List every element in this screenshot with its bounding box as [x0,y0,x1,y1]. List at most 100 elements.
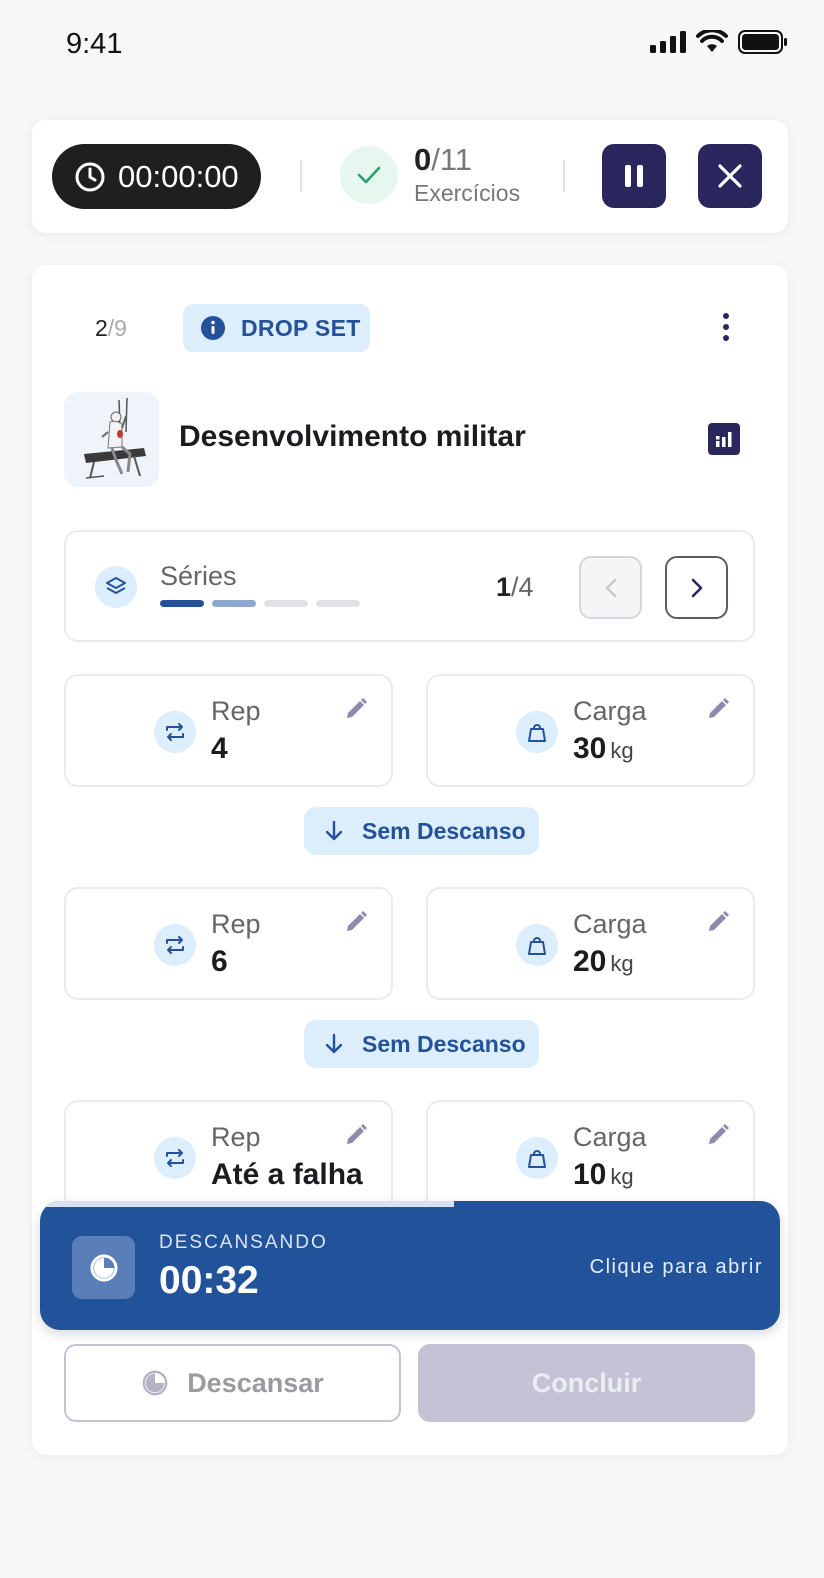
session-timer: 00:00:00 [52,144,261,209]
pencil-icon[interactable] [705,696,731,722]
load-value: 20 kg [573,945,634,979]
complete-button[interactable]: Concluir [418,1344,755,1422]
battery-icon [738,30,787,54]
load-number: 10 [573,1158,607,1191]
series-dot [264,600,308,607]
chevron-left-icon [605,578,616,597]
arrow-down-icon [325,1033,343,1054]
series-dot [160,600,204,607]
rest-progress-track [40,1201,780,1207]
rep-card[interactable]: Rep Até a falha [64,1100,393,1213]
wifi-icon [696,30,728,52]
exercise-progress-count: 0/11 [414,142,520,178]
status-time: 9:41 [66,28,123,60]
rep-label: Rep [211,909,261,939]
series-dot [212,600,256,607]
rest-chip-label: Sem Descanso [362,1030,526,1057]
series-navigator: Séries 1/4 [64,530,755,642]
weight-icon [516,711,558,753]
load-card[interactable]: Carga 30 kg [426,674,755,787]
repeat-icon [154,924,196,966]
rest-button[interactable]: Descansar [64,1344,401,1422]
exercise-progress-label: Exercícios [414,180,521,206]
exercise-stats-button[interactable] [708,423,740,455]
rep-card[interactable]: Rep 4 [64,674,393,787]
completed-check-icon [340,146,398,204]
pause-icon [625,165,643,187]
rep-value: 4 [211,732,228,765]
dropset-badge[interactable]: DROP SET [183,304,370,352]
series-dot [316,600,360,607]
exercise-progress: 0/11 Exercícios [414,142,520,207]
rest-timer-icon [142,1370,168,1396]
clock-icon [75,162,105,191]
weight-icon [516,924,558,966]
series-total: /4 [511,572,534,602]
load-unit: kg [610,738,634,763]
repeat-icon [154,711,196,753]
total-count: /11 [431,142,473,177]
rep-label: Rep [211,1122,261,1152]
bar-chart-icon [716,432,732,447]
load-label: Carga [573,909,647,939]
previous-series-button[interactable] [579,556,642,619]
more-options-icon[interactable] [714,309,738,345]
dropset-badge-label: DROP SET [241,314,361,341]
completed-count: 0 [414,142,432,177]
session-header: 00:00:00 0/11 Exercícios [32,120,788,233]
info-icon [201,316,225,340]
rep-value: Até a falha [211,1158,363,1191]
pencil-icon[interactable] [705,909,731,935]
series-progress-dots [160,600,360,607]
exercise-name: Desenvolvimento militar [179,420,526,453]
status-bar: 9:41 [0,0,824,90]
divider [300,160,302,192]
arrow-down-icon [325,820,343,841]
divider [563,160,565,192]
rep-label: Rep [211,696,261,726]
exercise-index-current: 2 [95,315,108,341]
cellular-signal-icon [650,31,686,53]
rest-chip-label: Sem Descanso [362,817,526,844]
exercise-index-total: /9 [107,315,127,341]
load-number: 30 [573,732,607,765]
series-current: 1 [496,572,512,602]
chevron-right-icon [691,578,702,597]
status-icons [650,30,788,54]
pencil-icon[interactable] [343,909,369,935]
load-unit: kg [610,951,634,976]
load-label: Carga [573,1122,647,1152]
rest-open-hint: Clique para abrir [589,1256,763,1278]
close-icon [718,164,742,188]
exercise-thumbnail[interactable] [64,392,159,487]
pencil-icon[interactable] [705,1122,731,1148]
next-series-button[interactable] [665,556,728,619]
pencil-icon[interactable] [343,696,369,722]
load-value: 30 kg [573,732,634,766]
weight-icon [516,1137,558,1179]
layers-icon [95,566,137,608]
rest-chip[interactable]: Sem Descanso [304,1020,539,1068]
series-count: 1/4 [496,572,534,603]
load-card[interactable]: Carga 20 kg [426,887,755,1000]
rest-time: 00:32 [159,1259,259,1302]
rest-timer-icon [72,1236,135,1299]
rest-progress-fill [454,1201,780,1207]
session-timer-value: 00:00:00 [118,158,239,194]
rest-label: DESCANSANDO [159,1232,328,1253]
resting-banner[interactable]: DESCANSANDO 00:32 Clique para abrir [40,1201,780,1330]
load-card[interactable]: Carga 10 kg [426,1100,755,1213]
load-value: 10 kg [573,1158,634,1192]
repeat-icon [154,1137,196,1179]
series-label: Séries [160,561,237,591]
pencil-icon[interactable] [343,1122,369,1148]
pause-button[interactable] [602,144,666,208]
rest-button-label: Descansar [187,1367,324,1398]
close-button[interactable] [698,144,762,208]
exercise-index: 2/9 [95,315,127,342]
rep-card[interactable]: Rep 6 [64,887,393,1000]
load-unit: kg [610,1164,634,1189]
rest-chip[interactable]: Sem Descanso [304,807,539,855]
complete-button-label: Concluir [531,1367,642,1398]
rep-value: 6 [211,945,228,978]
